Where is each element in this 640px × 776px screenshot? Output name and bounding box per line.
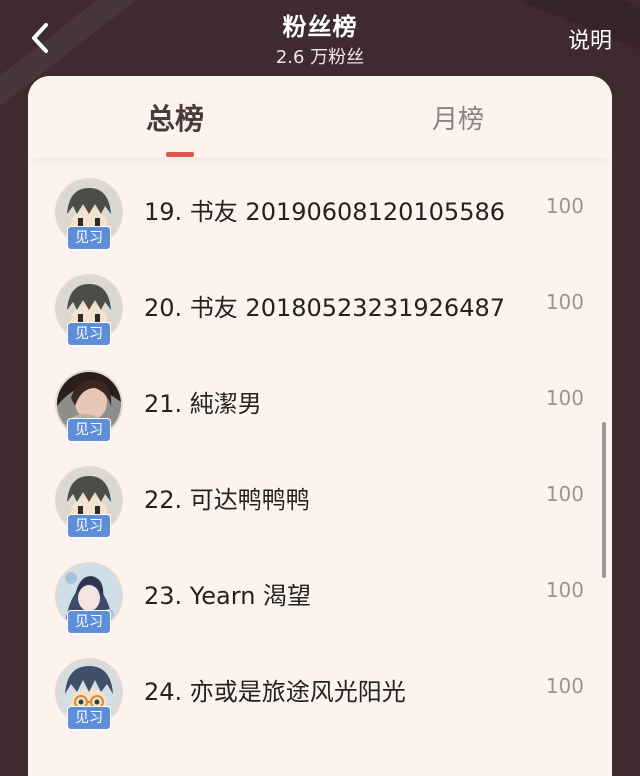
level-badge: 见习 [67,610,111,634]
avatar-wrap: 见习 [55,370,123,442]
fan-name: 20. 书友 20180523231926487 [144,294,506,322]
avatar-wrap: 见习 [55,178,123,250]
active-tab-indicator [166,152,194,157]
fan-name: 19. 书友 20190608120105586 [144,198,506,226]
fan-score: 100 [545,290,584,314]
scrollbar[interactable] [602,422,606,578]
avatar-wrap: 见习 [55,658,123,730]
level-badge: 见习 [67,514,111,538]
fan-score: 100 [545,482,584,506]
fan-name: 22. 可达鸭鸭鸭 [144,486,310,514]
fan-score: 100 [545,194,584,218]
fan-row[interactable]: 见习 24. 亦或是旅途风光阳光 100 [28,638,612,734]
fan-count: 2.6 万粉丝 [275,47,365,68]
fan-score: 100 [545,674,584,698]
level-badge: 见习 [67,418,111,442]
header: 粉丝榜 2.6 万粉丝 说明 [0,0,640,76]
tab-monthly[interactable]: 月榜 [432,99,484,136]
fan-row[interactable]: 见习 19. 书友 20190608120105586 100 [28,158,612,254]
page-title: 粉丝榜 [282,13,358,41]
tab-bar: 总榜 月榜 [28,76,612,158]
level-badge: 见习 [67,706,111,730]
avatar-wrap: 见习 [55,562,123,634]
fan-row[interactable]: 见习 21. 純潔男 100 [28,350,612,446]
fan-row[interactable]: 见习 20. 书友 20180523231926487 100 [28,254,612,350]
fan-name: 23. Yearn 渴望 [144,582,312,610]
level-badge: 见习 [67,322,111,346]
leaderboard-card: 总榜 月榜 见习 19. 书友 20190608120105586 100 见习… [28,76,612,776]
tab-total[interactable]: 总榜 [146,96,204,138]
fan-row[interactable]: 见习 22. 可达鸭鸭鸭 100 [28,446,612,542]
fan-score: 100 [545,386,584,410]
fan-score: 100 [545,578,584,602]
level-badge: 见习 [67,226,111,250]
avatar-wrap: 见习 [55,466,123,538]
fan-name: 24. 亦或是旅途风光阳光 [144,678,406,706]
fan-name: 21. 純潔男 [144,390,262,418]
fan-row[interactable]: 见习 23. Yearn 渴望 100 [28,542,612,638]
explain-button[interactable]: 说明 [568,23,612,55]
avatar-wrap: 见习 [55,274,123,346]
